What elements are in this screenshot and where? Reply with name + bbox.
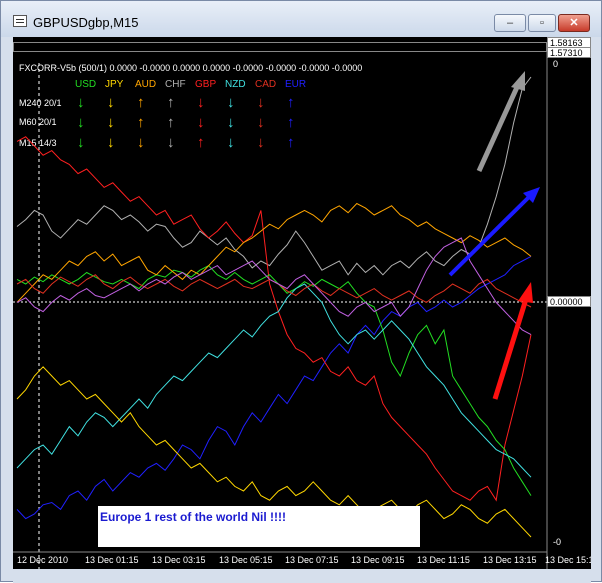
chart-window-icon: [13, 15, 27, 27]
time-label: 13 Dec 01:15: [85, 555, 139, 565]
series-line-nzd: [16, 283, 532, 478]
series-line-gbp: [16, 136, 532, 502]
annotation-arrows: [448, 71, 540, 400]
close-button[interactable]: ✕: [558, 14, 590, 32]
minimize-button[interactable]: –: [494, 14, 526, 32]
correlation-lines: [13, 52, 548, 569]
series-line-chf: [16, 76, 532, 276]
series-line-eur: [16, 255, 532, 520]
chart-window: GBPUSDgbp,M15 – ▫ ✕ 1.58163 1.57310 FXCO…: [0, 0, 602, 583]
time-label: 12 Dec 2010: [17, 555, 69, 565]
grey-arrow-head: [511, 71, 525, 91]
window-titlebar[interactable]: GBPUSDgbp,M15 – ▫ ✕: [1, 1, 601, 37]
time-label: 13 Dec 09:15: [351, 555, 405, 565]
red-arrow-head: [518, 282, 533, 303]
red-arrow-shaft: [492, 298, 529, 400]
chart-area[interactable]: 1.58163 1.57310 FXCORR-V5b (500/1) 0.000…: [13, 37, 591, 569]
series-line-usd: [16, 264, 532, 496]
time-label: 13 Dec 07:15: [285, 555, 339, 565]
time-label: 13 Dec 11:15: [417, 555, 470, 565]
time-label: 13 Dec 13:15: [483, 555, 537, 565]
window-bottom-strip: [13, 569, 591, 583]
time-label: 13 Dec 15:15: [545, 555, 591, 565]
series-line-aud: [16, 202, 532, 303]
time-label: 13 Dec 05:15: [219, 555, 273, 565]
restore-button[interactable]: ▫: [528, 14, 556, 32]
window-title: GBPUSDgbp,M15: [33, 15, 139, 30]
annotation-note: Europe 1 rest of the world Nil !!!!: [98, 506, 420, 547]
zero-price-label: 0.00000: [547, 296, 591, 307]
time-label: 13 Dec 03:15: [152, 555, 206, 565]
